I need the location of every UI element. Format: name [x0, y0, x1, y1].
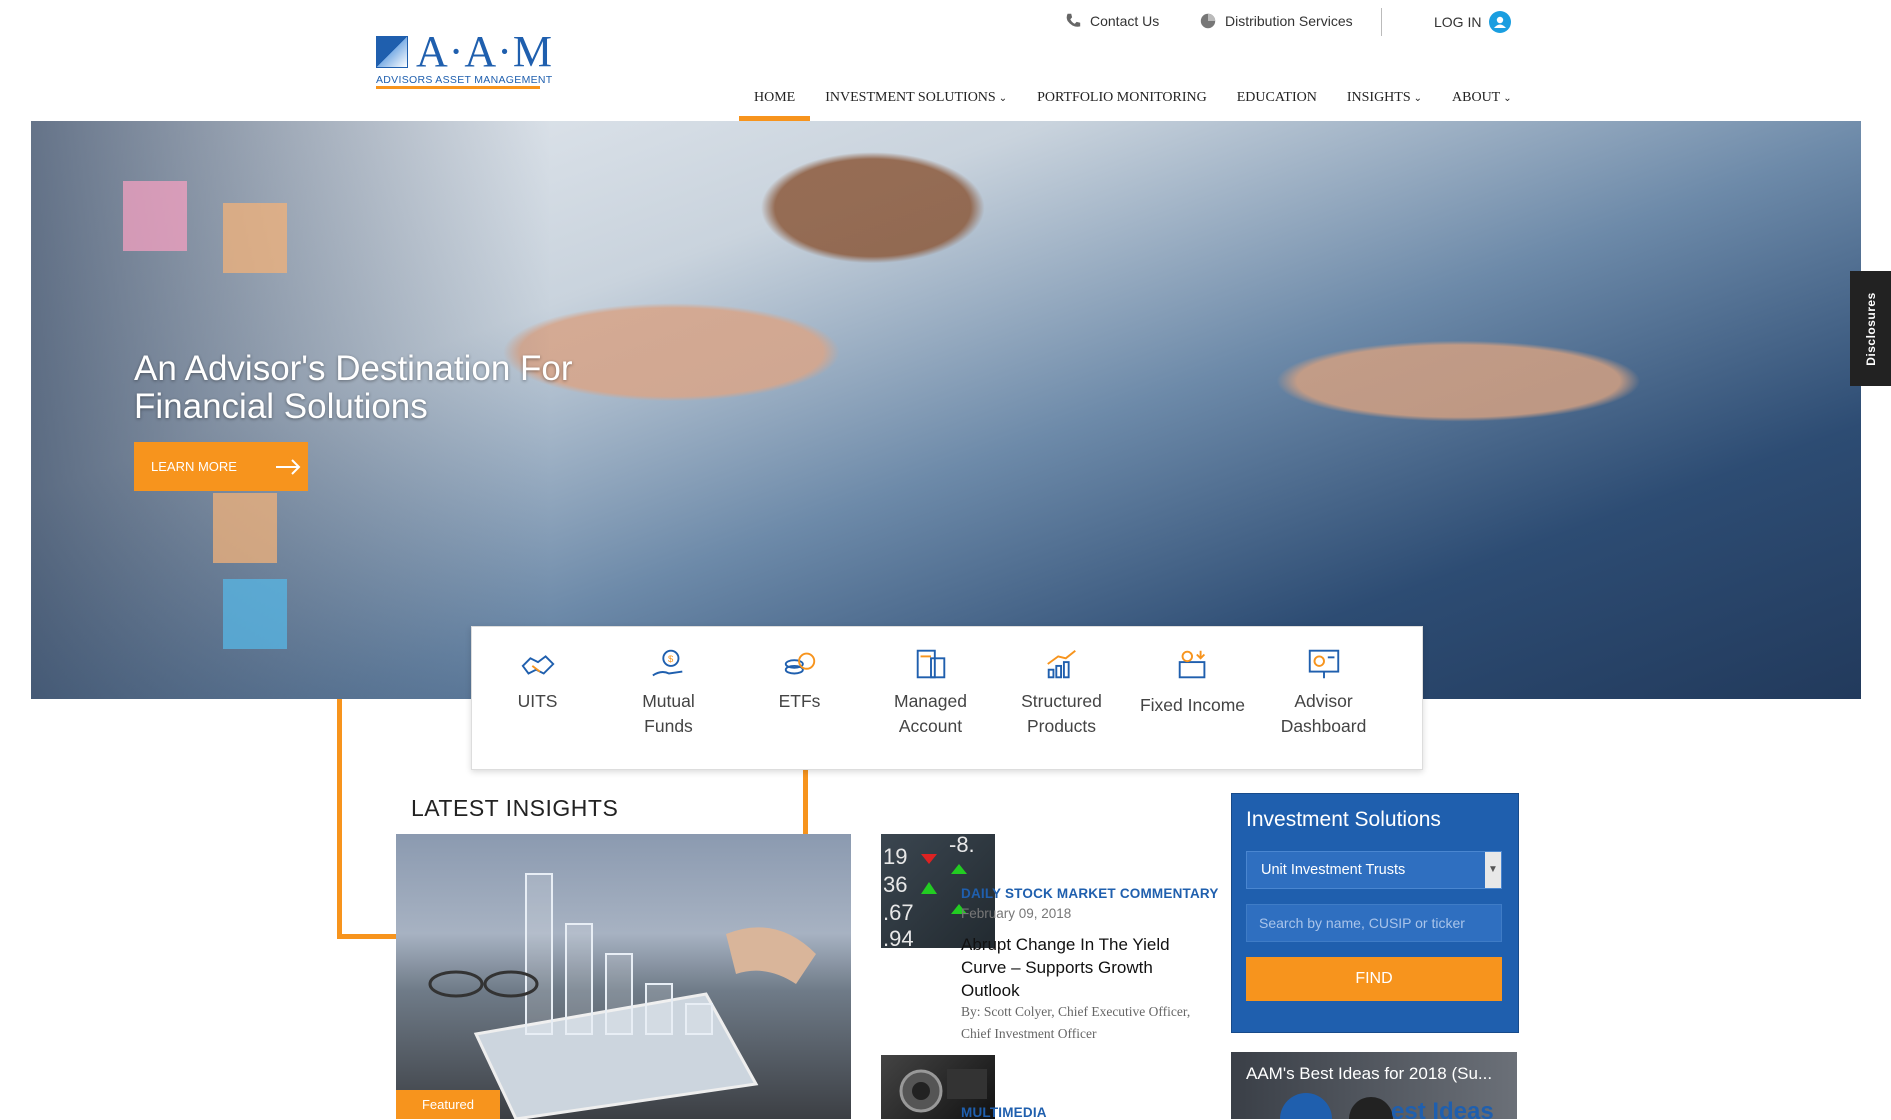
- sticky-note: [123, 181, 187, 251]
- latest-insights-title: LATEST INSIGHTS: [411, 795, 625, 822]
- tile-label: UITS: [517, 691, 558, 711]
- tile-fixed-income[interactable]: Fixed Income: [1127, 627, 1258, 769]
- logo-subtitle: ADVISORS ASSET MANAGEMENT: [376, 74, 553, 86]
- tile-structured-products[interactable]: Structured Products: [996, 627, 1127, 769]
- distribution-services-label: Distribution Services: [1225, 13, 1353, 29]
- nav-portfolio-monitoring-label: PORTFOLIO MONITORING: [1037, 90, 1207, 105]
- logo-text: A·A·M: [416, 27, 553, 76]
- featured-article-image[interactable]: [396, 834, 851, 1119]
- chevron-down-icon: ⌄: [1413, 93, 1423, 104]
- svg-text:.94: .94: [883, 926, 914, 948]
- coins-icon: [784, 652, 815, 675]
- tile-label: Structured Products: [1021, 691, 1102, 736]
- calculator-report-icon: [916, 649, 945, 679]
- chevron-down-icon: ▼: [1485, 852, 1501, 888]
- hero-title: An Advisor's Destination For Financial S…: [134, 350, 573, 426]
- svg-text:.67: .67: [883, 900, 914, 925]
- contact-us-link[interactable]: Contact Us: [1064, 12, 1159, 30]
- logo-underline: [376, 86, 540, 89]
- handshake-icon: [521, 655, 555, 675]
- chevron-down-icon: ⌄: [998, 93, 1008, 104]
- tile-etfs[interactable]: ETFs: [734, 627, 865, 769]
- main-nav: HOME INVESTMENT SOLUTIONS ⌄ PORTFOLIO MON…: [739, 88, 1527, 121]
- nav-insights-label: INSIGHTS: [1346, 90, 1411, 105]
- chevron-down-icon: ⌄: [1503, 93, 1512, 104]
- tile-advisor-dashboard[interactable]: Advisor Dashboard: [1258, 627, 1389, 769]
- hero-title-line1: An Advisor's Destination For: [134, 349, 573, 388]
- svg-text:est Ideas: est Ideas: [1391, 1098, 1494, 1119]
- money-bag-hand-icon: $: [651, 649, 682, 677]
- featured-tag: Featured: [396, 1090, 500, 1119]
- nav-portfolio-monitoring[interactable]: PORTFOLIO MONITORING: [1022, 88, 1222, 120]
- nav-investment-solutions[interactable]: INVESTMENT SOLUTIONS ⌄: [810, 88, 1022, 120]
- orange-frame-line: [337, 699, 342, 939]
- article-headline[interactable]: Abrupt Change In The Yield Curve – Suppo…: [961, 933, 1211, 1002]
- solution-type-value: Unit Investment Trusts: [1261, 862, 1406, 878]
- tile-uits[interactable]: UITS: [472, 627, 603, 769]
- sticky-note: [223, 579, 287, 649]
- video-thumbnail[interactable]: est Ideas: [1231, 1052, 1517, 1119]
- phone-icon: [1066, 13, 1081, 27]
- nav-home-label: HOME: [754, 90, 796, 105]
- utility-divider: [1381, 8, 1382, 36]
- nav-education[interactable]: EDUCATION: [1222, 88, 1332, 120]
- nav-about[interactable]: ABOUT ⌄: [1437, 88, 1527, 120]
- user-icon: [1489, 11, 1512, 33]
- income-box-icon: [1178, 650, 1205, 679]
- solution-search-input[interactable]: Search by name, CUSIP or ticker: [1246, 904, 1502, 942]
- orange-frame-line: [337, 934, 397, 939]
- nav-investment-solutions-label: INVESTMENT SOLUTIONS: [825, 90, 996, 105]
- tile-label: Mutual Funds: [642, 691, 695, 736]
- tile-mutual-funds[interactable]: $ Mutual Funds: [603, 627, 734, 769]
- tile-label: Advisor Dashboard: [1280, 691, 1367, 736]
- article-category[interactable]: DAILY STOCK MARKET COMMENTARY: [961, 886, 1219, 901]
- login-link[interactable]: LOG IN: [1434, 11, 1512, 33]
- tile-label: ETFs: [778, 691, 821, 711]
- article-date: February 09, 2018: [961, 906, 1072, 921]
- nav-home[interactable]: HOME: [739, 88, 811, 121]
- sticky-note: [213, 493, 277, 563]
- distribution-services-link[interactable]: Distribution Services: [1199, 12, 1353, 30]
- nav-insights[interactable]: INSIGHTS ⌄: [1332, 88, 1437, 120]
- video-preview-image: est Ideas: [1280, 1093, 1494, 1119]
- aam-logo[interactable]: A·A·M ADVISORS ASSET MANAGEMENT: [376, 28, 552, 92]
- contact-us-label: Contact Us: [1090, 13, 1160, 29]
- find-button[interactable]: FIND: [1246, 957, 1502, 1001]
- article-category[interactable]: MULTIMEDIA: [961, 1105, 1047, 1120]
- orange-frame-line: [803, 768, 808, 834]
- disclosures-tab[interactable]: Disclosures: [1850, 271, 1891, 386]
- article-byline: By: Scott Colyer, Chief Executive Office…: [961, 1004, 1191, 1041]
- learn-more-button[interactable]: LEARN MORE: [134, 442, 308, 491]
- sticky-note: [223, 203, 287, 273]
- growth-chart-icon: [1046, 649, 1076, 679]
- hero-title-line2: Financial Solutions: [134, 387, 428, 426]
- svg-text:19: 19: [883, 844, 907, 869]
- disclosures-label: Disclosures: [1863, 291, 1878, 366]
- solutions-tiles: UITS $ Mutual Funds ETFs Managed Account…: [471, 626, 1423, 770]
- arrow-right-icon: [275, 458, 301, 475]
- investment-solutions-title: Investment Solutions: [1246, 808, 1441, 831]
- pie-chart-icon: [1200, 13, 1216, 29]
- logo-mark-icon: [376, 36, 408, 68]
- tile-label: Fixed Income: [1139, 695, 1246, 715]
- tile-managed-account[interactable]: Managed Account: [865, 627, 996, 769]
- video-title: AAM's Best Ideas for 2018 (Su...: [1246, 1064, 1493, 1083]
- login-label: LOG IN: [1434, 14, 1482, 30]
- svg-text:36: 36: [883, 872, 907, 897]
- nav-education-label: EDUCATION: [1236, 90, 1317, 105]
- svg-text:$: $: [668, 654, 674, 665]
- tile-label: Managed Account: [894, 691, 967, 736]
- solution-type-select[interactable]: Unit Investment Trusts ▼: [1246, 851, 1502, 889]
- presentation-board-icon: [1308, 649, 1339, 679]
- svg-text:-8.: -8.: [949, 834, 975, 857]
- learn-more-label: LEARN MORE: [151, 459, 237, 474]
- nav-about-label: ABOUT: [1452, 90, 1501, 105]
- tablet-chart-image: [428, 873, 816, 1119]
